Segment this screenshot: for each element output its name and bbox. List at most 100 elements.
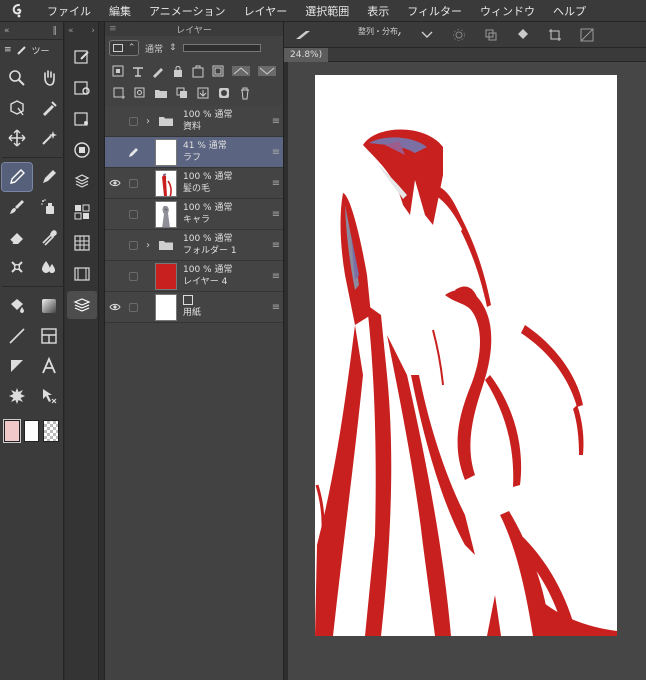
- menu-file[interactable]: ファイル: [38, 3, 100, 19]
- menu-filter[interactable]: フィルター: [398, 3, 471, 19]
- layer-row-rough[interactable]: 41 % 通常 ラフ ≡: [105, 137, 283, 168]
- layer-handle-icon[interactable]: ≡: [269, 302, 283, 313]
- ruler-tool-icon[interactable]: [2, 352, 32, 380]
- canvas-area[interactable]: [288, 62, 646, 680]
- drops-tool-icon[interactable]: [34, 253, 64, 281]
- ruler-range-icon[interactable]: [231, 63, 252, 79]
- layer-handle-icon[interactable]: ≡: [269, 240, 283, 251]
- canvas-tab[interactable]: 24.8%): [284, 48, 329, 62]
- clip-layer-icon[interactable]: [111, 63, 126, 79]
- crop-icon[interactable]: [546, 26, 564, 44]
- zoom-tool-icon[interactable]: [2, 64, 32, 92]
- mask-enable-icon[interactable]: [211, 63, 226, 79]
- layer-handle-icon[interactable]: ≡: [269, 209, 283, 220]
- brush-tab-icon[interactable]: [16, 44, 28, 56]
- collapse-panel-icon[interactable]: ›: [91, 26, 95, 36]
- eye-icon[interactable]: [105, 168, 125, 199]
- gradient-tool-icon[interactable]: [34, 292, 64, 320]
- eyedropper-pen-icon[interactable]: [34, 94, 64, 122]
- pen-edit-indicator-icon[interactable]: [125, 137, 141, 168]
- menu-window[interactable]: ウィンドウ: [471, 3, 544, 19]
- main-color-chip[interactable]: [3, 419, 21, 443]
- fill-bucket-icon[interactable]: [514, 26, 532, 44]
- lock-transparent-icon[interactable]: [191, 63, 206, 79]
- layer-palette-icon[interactable]: [67, 291, 97, 319]
- pencil-tool-icon[interactable]: [34, 163, 64, 191]
- folder-expand-icon[interactable]: ›: [141, 116, 155, 127]
- text-tool-icon[interactable]: [34, 352, 64, 380]
- lock-layer-icon[interactable]: [171, 63, 186, 79]
- layer-color-toggle[interactable]: ⌃: [109, 40, 139, 56]
- tool-tab-label[interactable]: ツー: [32, 44, 50, 57]
- frame-tool-icon[interactable]: [34, 322, 64, 350]
- lock-toggle[interactable]: [125, 199, 141, 230]
- color-history-icon[interactable]: [67, 198, 97, 226]
- layer-handle-icon[interactable]: ≡: [269, 147, 283, 158]
- layer-handle-icon[interactable]: ≡: [269, 116, 283, 127]
- visibility-toggle[interactable]: [105, 230, 125, 261]
- settings-gear-icon[interactable]: [450, 26, 468, 44]
- visibility-toggle[interactable]: [105, 261, 125, 292]
- transfer-down-icon[interactable]: [174, 85, 190, 101]
- auto-select-icon[interactable]: [34, 124, 64, 152]
- lock-toggle[interactable]: [125, 106, 141, 137]
- correct-line-icon[interactable]: [34, 382, 64, 410]
- new-vector-layer-icon[interactable]: [132, 85, 148, 101]
- app-logo-icon[interactable]: [0, 0, 38, 22]
- animation-timeline-icon[interactable]: [67, 260, 97, 288]
- panel-menu-icon[interactable]: ≡: [109, 24, 117, 34]
- ruler-show-icon[interactable]: [256, 63, 277, 79]
- transparent-color-chip[interactable]: [43, 420, 60, 442]
- layer-row-folder-reference[interactable]: › 100 % 通常 資料 ≡: [105, 106, 283, 137]
- layer-mask-icon[interactable]: [216, 85, 232, 101]
- canvas-paper[interactable]: [315, 75, 617, 636]
- layer-row-paper[interactable]: 用紙 ≡: [105, 292, 283, 323]
- layer-row-hair[interactable]: 100 % 通常 髪の毛 ≡: [105, 168, 283, 199]
- brush-preset-icon[interactable]: [294, 26, 312, 44]
- lock-toggle[interactable]: [125, 230, 141, 261]
- sub-tool-palette-icon[interactable]: [67, 43, 97, 71]
- brush-size-icon[interactable]: [67, 105, 97, 133]
- brush-tool-icon[interactable]: [2, 193, 32, 221]
- blend-mode-chevron-icon[interactable]: ⇕: [169, 43, 177, 53]
- menu-view[interactable]: 表示: [358, 3, 398, 19]
- object-tool-icon[interactable]: [2, 94, 32, 122]
- line-tool-icon[interactable]: [2, 322, 32, 350]
- opacity-slider[interactable]: [182, 44, 261, 52]
- collapse-left-icon[interactable]: «: [4, 26, 10, 36]
- eye-icon[interactable]: [105, 292, 125, 323]
- draft-layer-icon[interactable]: [151, 63, 166, 79]
- merge-down-icon[interactable]: [195, 85, 211, 101]
- menu-layer[interactable]: レイヤー: [235, 3, 297, 19]
- menu-help[interactable]: ヘルプ: [544, 3, 595, 19]
- lock-toggle[interactable]: [125, 168, 141, 199]
- tool-property-icon[interactable]: [67, 74, 97, 102]
- layer-handle-icon[interactable]: ≡: [269, 271, 283, 282]
- menu-edit[interactable]: 編集: [100, 3, 140, 19]
- menu-lines-icon[interactable]: ≡: [4, 45, 12, 55]
- panel-grip-icon[interactable]: ‖: [53, 26, 58, 36]
- visibility-toggle[interactable]: [105, 106, 125, 137]
- layer-row-character[interactable]: 100 % 通常 キャラ ≡: [105, 199, 283, 230]
- fill-tool-icon[interactable]: [2, 292, 32, 320]
- color-picker-icon[interactable]: [34, 223, 64, 251]
- copy-icon[interactable]: [482, 26, 500, 44]
- visibility-toggle[interactable]: [105, 137, 125, 168]
- menu-selection[interactable]: 選択範囲: [296, 3, 358, 19]
- sub-color-chip[interactable]: [23, 420, 40, 442]
- clear-icon[interactable]: [578, 26, 596, 44]
- layer-row-folder-1[interactable]: › 100 % 通常 フォルダー 1 ≡: [105, 230, 283, 261]
- blend-tool-icon[interactable]: [2, 253, 32, 281]
- menu-animation[interactable]: アニメーション: [140, 3, 235, 19]
- color-circle-icon[interactable]: [67, 136, 97, 164]
- pen-tool-icon[interactable]: [1, 162, 33, 192]
- expand-panel-icon[interactable]: «: [68, 26, 74, 36]
- folder-expand-icon[interactable]: ›: [141, 240, 155, 251]
- dropdown-chevron-icon[interactable]: [418, 26, 436, 44]
- delete-layer-icon[interactable]: [237, 85, 253, 101]
- blend-mode-select[interactable]: 通常: [145, 42, 163, 55]
- new-folder-icon[interactable]: [153, 85, 169, 101]
- reference-layer-icon[interactable]: [131, 63, 146, 79]
- balloon-tool-icon[interactable]: [2, 382, 32, 410]
- move-tool-icon[interactable]: [2, 124, 32, 152]
